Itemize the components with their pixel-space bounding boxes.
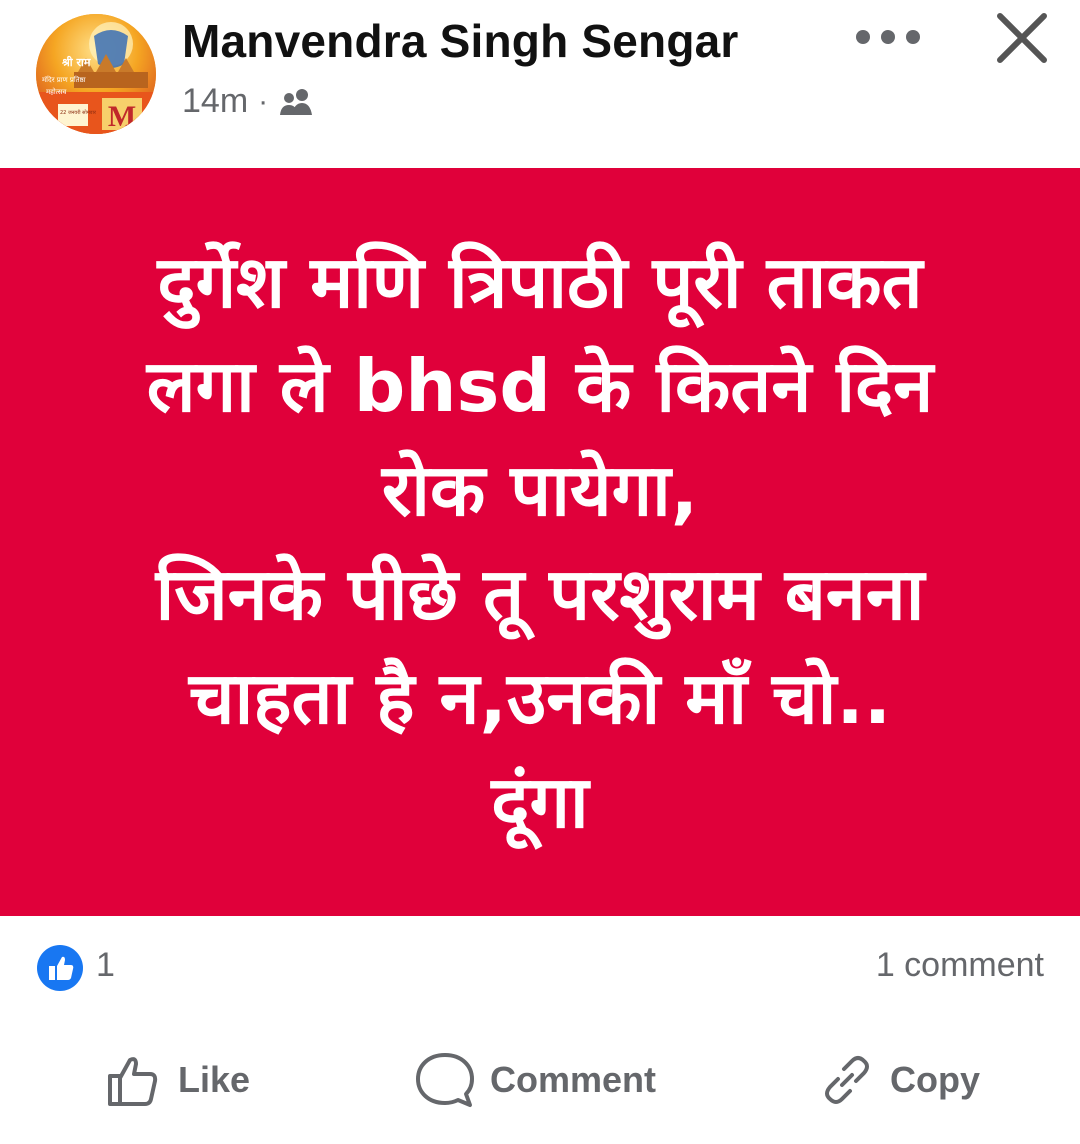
action-bar: Like Comment Copy	[0, 1040, 1080, 1120]
comment-label: Comment	[490, 1059, 657, 1100]
comment-bubble-icon	[416, 1053, 474, 1107]
close-icon[interactable]	[992, 8, 1052, 68]
copy-link-button[interactable]: Copy	[818, 1040, 980, 1120]
link-icon	[825, 1056, 869, 1104]
post-text-line: जिनके पीछे तू परशुराम बनना	[155, 552, 925, 636]
svg-text:22 जनवरी सोमवार: 22 जनवरी सोमवार	[60, 109, 97, 116]
post-text-line: लगा ले bhsd के कितने दिन	[146, 344, 934, 428]
author-name[interactable]: Manvendra Singh Sengar	[182, 14, 739, 68]
post-text-card: दुर्गेश मणि त्रिपाठी पूरी ताकत लगा ले bh…	[0, 168, 1080, 916]
post-text: दुर्गेश मणि त्रिपाठी पूरी ताकत लगा ले bh…	[60, 230, 1020, 854]
post-time[interactable]: 14m	[182, 82, 248, 121]
like-button[interactable]: Like	[104, 1040, 250, 1120]
comment-count[interactable]: 1 comment	[876, 946, 1044, 985]
friends-icon	[280, 88, 313, 115]
post-text-line: रोक पायेगा,	[381, 448, 699, 532]
more-options-button[interactable]	[856, 22, 920, 52]
svg-text:श्री राम: श्री राम	[61, 55, 91, 69]
more-dot	[856, 30, 870, 44]
more-dot	[881, 30, 895, 44]
more-dot	[906, 30, 920, 44]
post-text-line: दूंगा	[491, 760, 589, 844]
avatar[interactable]: M श्री राम मंदिर प्राण प्रतिष्ठा महोत्सव…	[36, 14, 156, 134]
post-meta: 14m ·	[182, 82, 314, 121]
reactions-bar: 1 1 comment	[0, 930, 1080, 1000]
post-text-line: चाहता है न,उनकी माँ चो..	[188, 656, 892, 740]
svg-text:M: M	[108, 100, 136, 133]
thumbs-up-icon	[108, 1057, 158, 1106]
post-header: M श्री राम मंदिर प्राण प्रतिष्ठा महोत्सव…	[0, 0, 1080, 168]
avatar-image: M श्री राम मंदिर प्राण प्रतिष्ठा महोत्सव…	[36, 14, 156, 134]
svg-text:महोत्सव: महोत्सव	[46, 87, 66, 96]
svg-text:मंदिर प्राण प्रतिष्ठा: मंदिर प्राण प्रतिष्ठा	[42, 75, 86, 84]
like-reaction-icon[interactable]	[36, 944, 84, 992]
post-text-line: दुर्गेश मणि त्रिपाठी पूरी ताकत	[157, 240, 923, 324]
like-label: Like	[178, 1059, 251, 1100]
comment-button[interactable]: Comment	[414, 1040, 656, 1120]
copy-label: Copy	[890, 1059, 980, 1100]
reaction-count[interactable]: 1	[96, 946, 115, 985]
meta-separator: ·	[258, 84, 269, 118]
